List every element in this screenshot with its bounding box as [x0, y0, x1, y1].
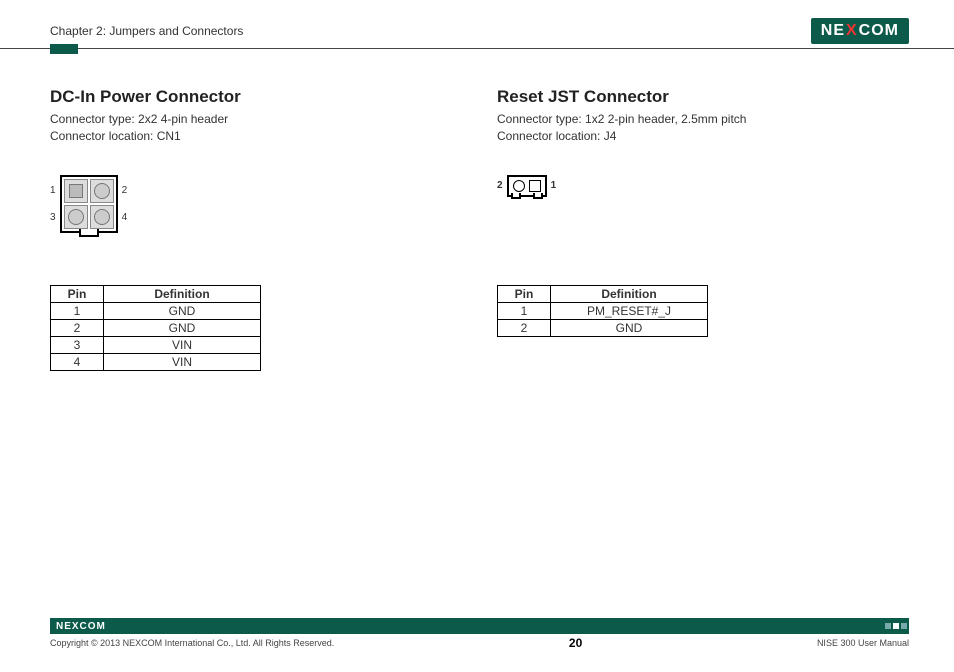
- connector-2x2-icon: [60, 175, 118, 233]
- reset-jst-pin-table: Pin Definition 1PM_RESET#_J 2GND: [497, 285, 708, 337]
- connector-jst-icon: [507, 175, 547, 197]
- pin-label-4: 4: [122, 212, 128, 223]
- pin-label-2: 2: [122, 185, 128, 196]
- left-column: DC-In Power Connector Connector type: 2x…: [50, 87, 457, 371]
- page-number: 20: [569, 636, 582, 650]
- th-def: Definition: [104, 285, 261, 302]
- jst-notch-right-icon: [533, 193, 543, 199]
- table-row: 4VIN: [51, 353, 261, 370]
- table-row: 2GND: [498, 319, 708, 336]
- pin-3-icon: [64, 205, 88, 229]
- copyright-text: Copyright © 2013 NEXCOM International Co…: [50, 638, 334, 648]
- header-accent-bar: [50, 44, 78, 54]
- footer-logo: NEXCOM: [50, 621, 106, 632]
- th-def: Definition: [551, 285, 708, 302]
- pin-2-icon: [90, 179, 114, 203]
- jst-pin-label-1: 1: [551, 180, 557, 191]
- logo-text-post: COM: [859, 22, 899, 40]
- jst-pin2-icon: [513, 180, 525, 192]
- manual-name: NISE 300 User Manual: [817, 638, 909, 648]
- nexcom-logo: NEXCOM: [811, 18, 909, 44]
- page-header: Chapter 2: Jumpers and Connectors NEXCOM: [0, 0, 954, 49]
- reset-jst-location: Connector location: J4: [497, 128, 904, 145]
- table-row: 1GND: [51, 302, 261, 319]
- table-row: 3VIN: [51, 336, 261, 353]
- dc-in-pin-table: Pin Definition 1GND 2GND 3VIN 4VIN: [50, 285, 261, 371]
- pin-4-icon: [90, 205, 114, 229]
- main-content: DC-In Power Connector Connector type: 2x…: [0, 49, 954, 371]
- footer-text: Copyright © 2013 NEXCOM International Co…: [50, 636, 909, 650]
- pin-1-icon: [64, 179, 88, 203]
- connector-notch-icon: [79, 229, 99, 237]
- dc-in-title: DC-In Power Connector: [50, 87, 457, 107]
- th-pin: Pin: [51, 285, 104, 302]
- footer-bar: NEXCOM: [50, 618, 909, 634]
- right-column: Reset JST Connector Connector type: 1x2 …: [497, 87, 904, 371]
- dc-in-type: Connector type: 2x2 4-pin header: [50, 111, 457, 128]
- footer-decor-icon: [885, 623, 909, 629]
- jst-notch-left-icon: [511, 193, 521, 199]
- pin-label-1: 1: [50, 185, 56, 196]
- jst-pin-label-2: 2: [497, 180, 503, 191]
- th-pin: Pin: [498, 285, 551, 302]
- reset-jst-title: Reset JST Connector: [497, 87, 904, 107]
- dc-in-diagram: 1 3 2 4: [50, 175, 457, 255]
- dc-in-location: Connector location: CN1: [50, 128, 457, 145]
- reset-jst-diagram: 2 1: [497, 175, 904, 255]
- table-row: 1PM_RESET#_J: [498, 302, 708, 319]
- jst-pin1-icon: [529, 180, 541, 192]
- logo-text-pre: NE: [821, 22, 845, 40]
- reset-jst-type: Connector type: 1x2 2-pin header, 2.5mm …: [497, 111, 904, 128]
- logo-text-x: X: [846, 22, 858, 40]
- chapter-label: Chapter 2: Jumpers and Connectors: [50, 24, 243, 38]
- table-row: 2GND: [51, 319, 261, 336]
- pin-label-3: 3: [50, 212, 56, 223]
